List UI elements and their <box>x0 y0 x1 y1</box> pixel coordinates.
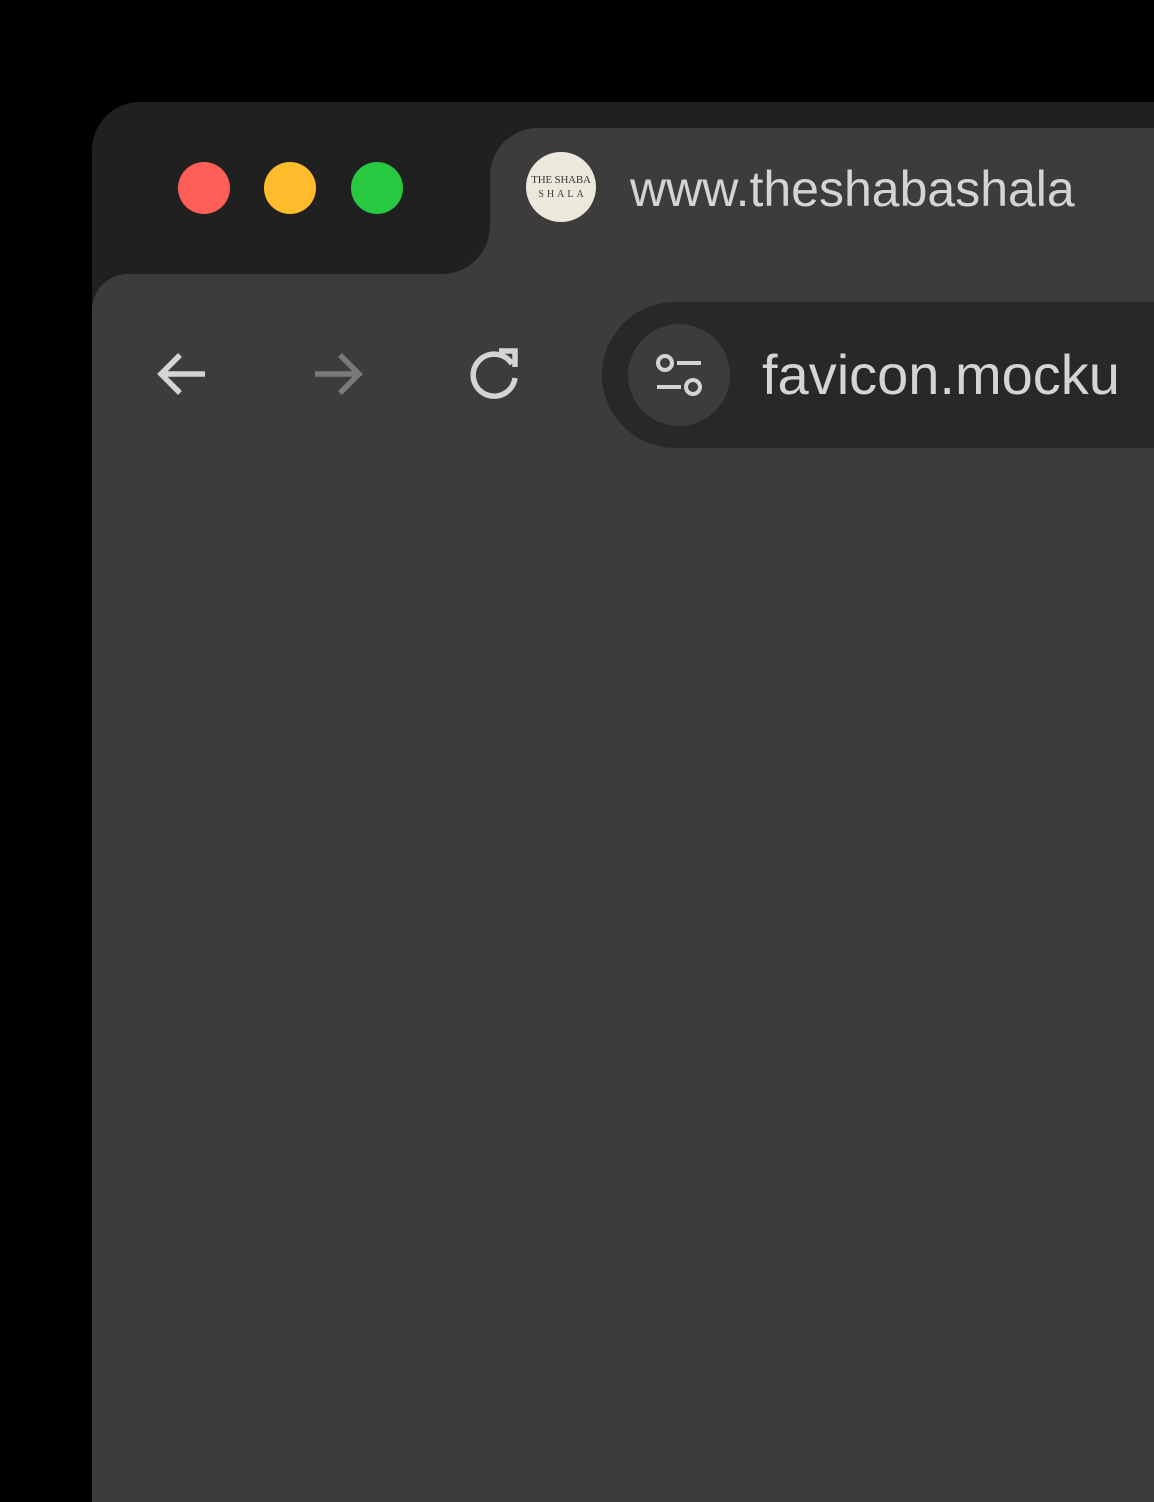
site-favicon: THE SHABA SHALA <box>526 152 596 222</box>
reload-button[interactable] <box>462 342 526 406</box>
address-bar[interactable]: favicon.mocku <box>602 302 1154 448</box>
tab-title: www.theshabashala <box>630 161 1075 217</box>
zoom-window-button[interactable] <box>351 162 403 214</box>
tab-corner-decoration <box>442 226 490 274</box>
tune-icon <box>656 354 702 396</box>
close-window-button[interactable] <box>178 162 230 214</box>
arrow-left-icon <box>157 353 205 395</box>
favicon-text-line2: SHALA <box>538 188 587 200</box>
reload-icon <box>470 348 518 399</box>
site-info-button[interactable] <box>628 324 730 426</box>
url-text[interactable]: favicon.mocku <box>762 342 1120 407</box>
favicon-text-line1: THE SHABA <box>531 173 591 186</box>
browser-window: THE SHABA SHALA www.theshabashala favico… <box>92 102 1154 1502</box>
back-button[interactable] <box>150 342 214 406</box>
forward-button[interactable] <box>306 342 370 406</box>
browser-toolbar: favicon.mocku <box>92 274 1154 1502</box>
minimize-window-button[interactable] <box>264 162 316 214</box>
arrow-right-icon <box>315 353 363 395</box>
